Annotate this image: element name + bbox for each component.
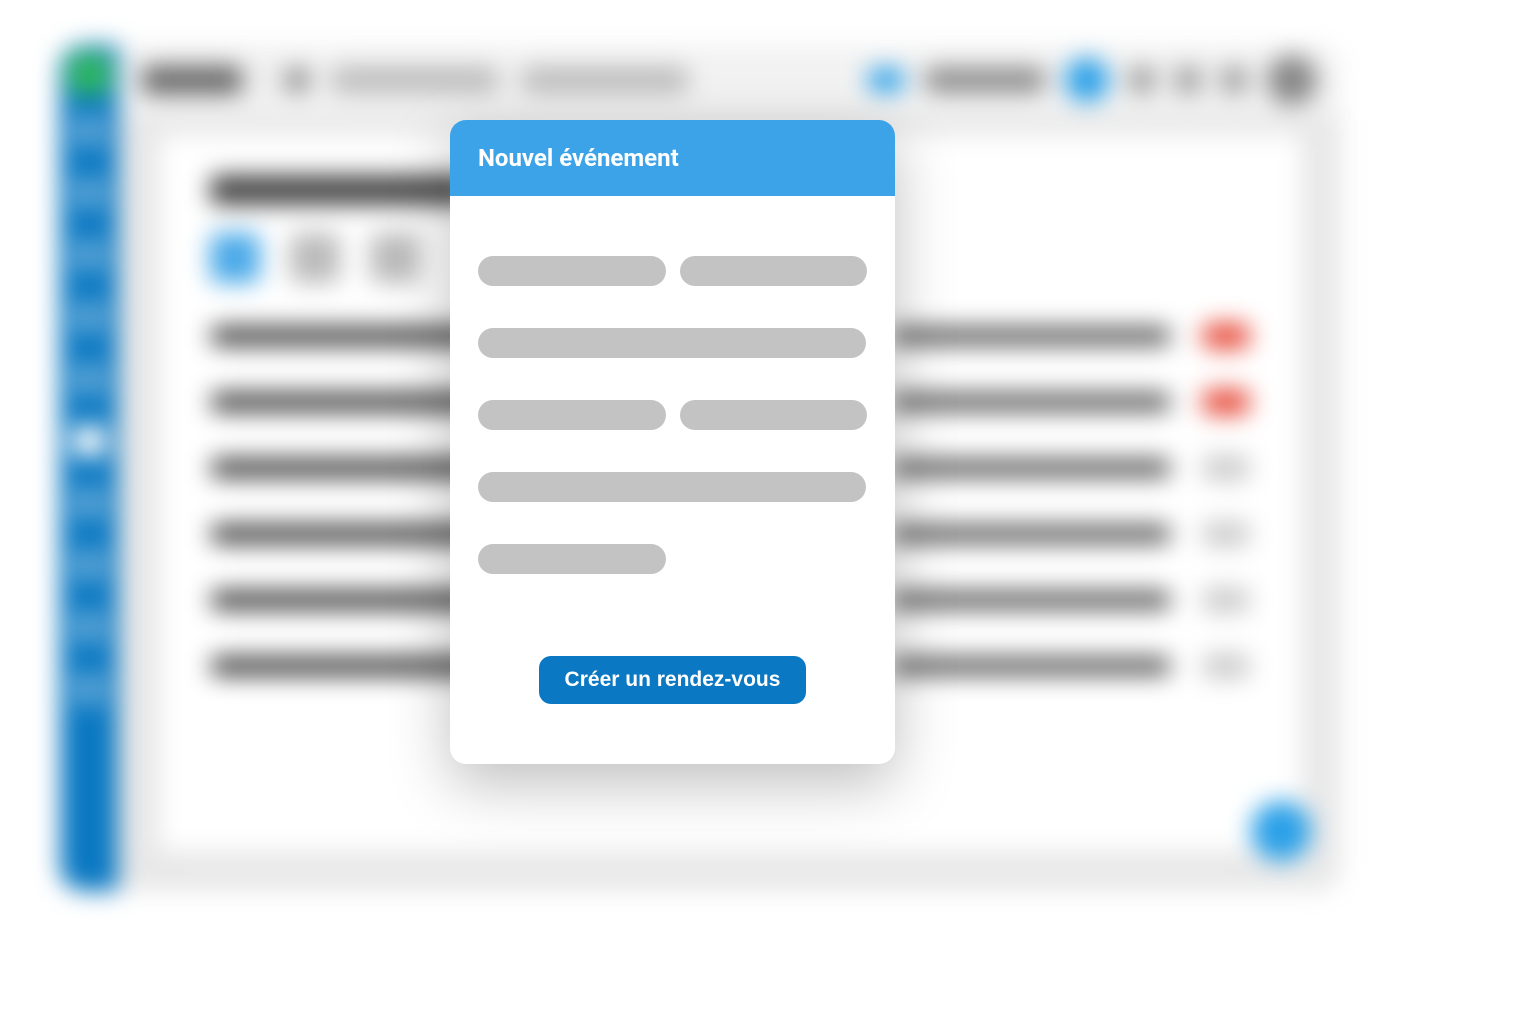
sidebar-nav-icon [73,425,105,457]
topbar-title [142,66,242,94]
topbar-pill [520,67,690,93]
sidebar-nav-icon [73,487,105,519]
modal-footer: Créer un rendez-vous [450,656,895,764]
topbar-separator [262,60,264,100]
topbar-icon [284,67,310,93]
sidebar-nav-icon [73,115,105,147]
sidebar-nav-icon [73,673,105,705]
modal-title: Nouvel événement [478,144,679,172]
form-field-placeholder[interactable] [478,544,666,574]
content-heading [210,175,470,205]
form-field-placeholder[interactable] [478,328,866,358]
topbar-small-icon [1175,67,1201,93]
form-field-placeholder[interactable] [478,400,666,430]
logo-icon [68,53,110,95]
modal-body [450,196,895,656]
modal-header: Nouvel événement [450,120,895,196]
create-appointment-button[interactable]: Créer un rendez-vous [539,656,807,704]
form-field-placeholder[interactable] [680,256,868,286]
sidebar-nav-icon [73,177,105,209]
topbar-text [925,68,1045,92]
sidebar-nav-icon [73,549,105,581]
topbar-notification-icon [1065,58,1109,102]
sidebar-nav-icon [73,611,105,643]
topbar-badge [867,68,905,92]
topbar-avatar [1267,55,1317,105]
sidebar [60,45,118,891]
topbar-small-icon [1221,67,1247,93]
topbar [118,45,1341,115]
sidebar-nav-icon [73,239,105,271]
content-tab-icon [370,233,420,283]
content-tab-icon [210,233,260,283]
floating-action-button [1251,801,1311,861]
topbar-pill [330,67,500,93]
sidebar-nav-icon [73,301,105,333]
sidebar-nav-icon [73,363,105,395]
content-tab-icon [290,233,340,283]
form-field-placeholder[interactable] [478,256,666,286]
form-field-placeholder[interactable] [680,400,868,430]
form-field-placeholder[interactable] [478,472,866,502]
new-event-modal: Nouvel événement Créer un rendez-vous [450,120,895,764]
topbar-small-icon [1129,67,1155,93]
